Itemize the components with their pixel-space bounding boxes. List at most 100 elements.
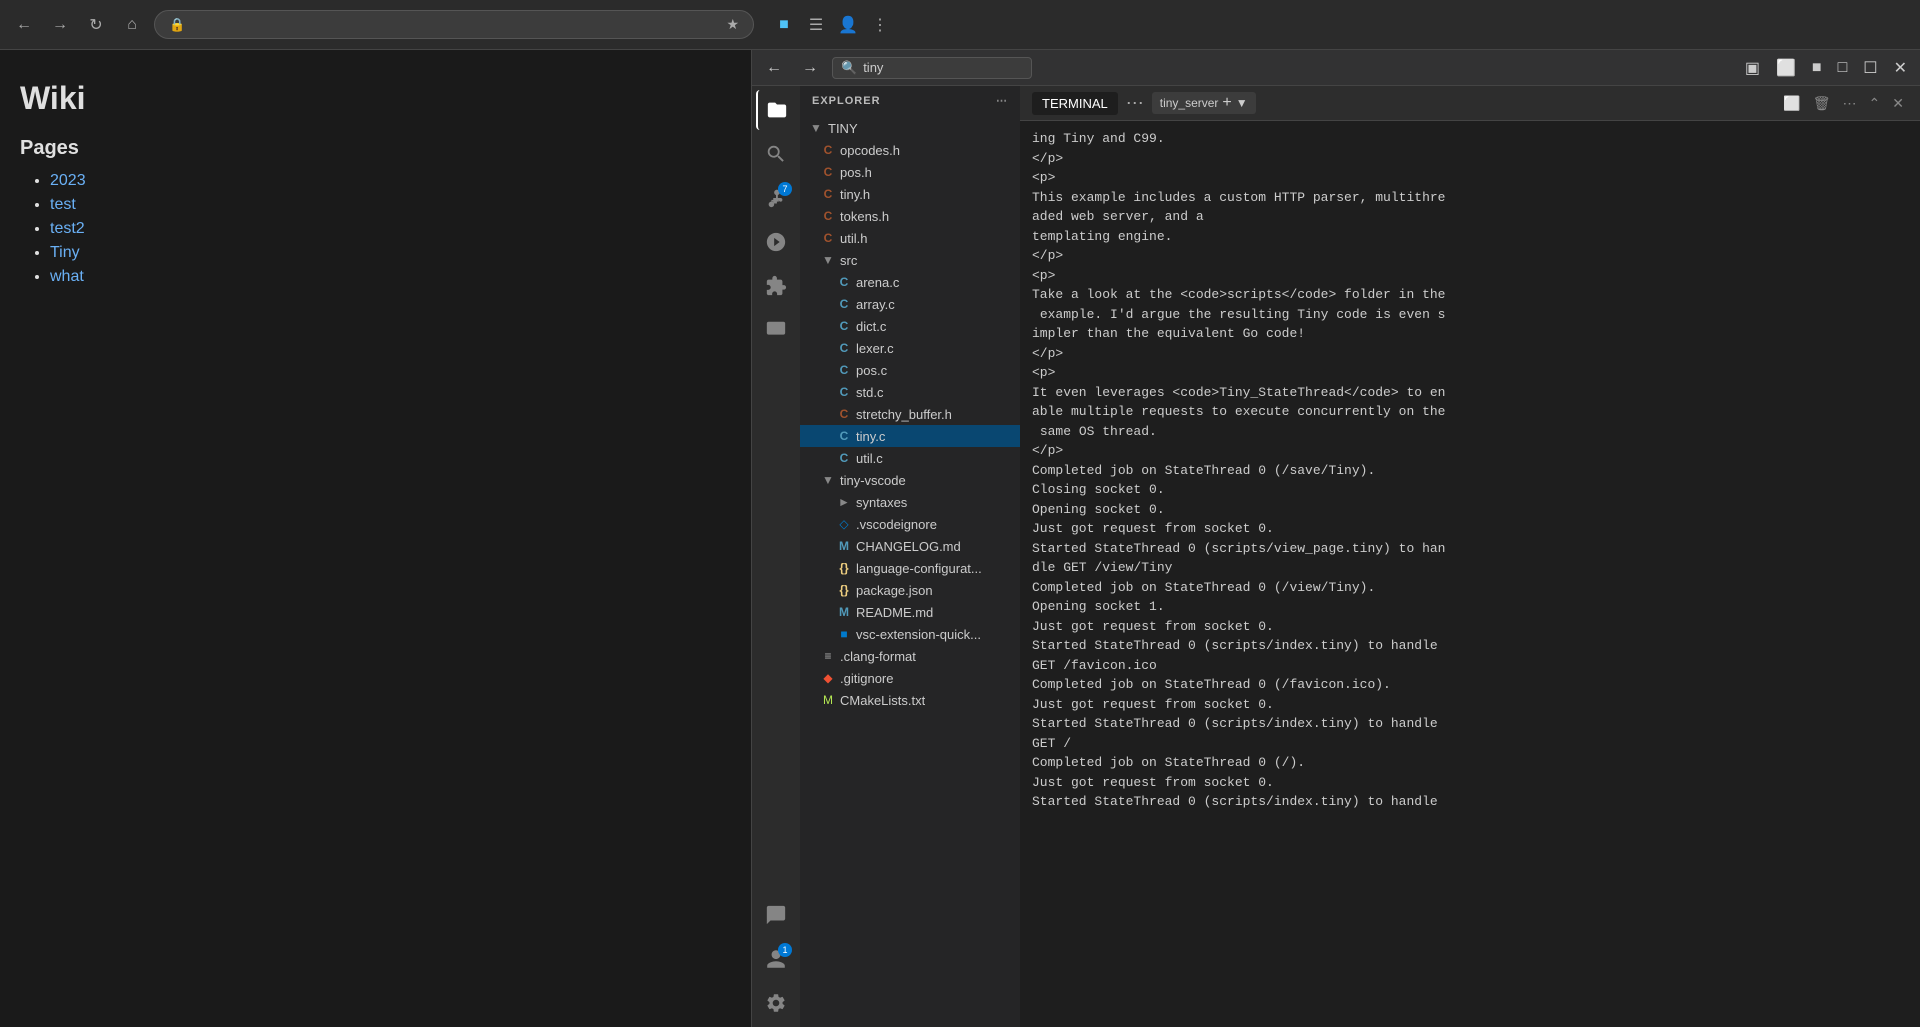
file-gitignore[interactable]: ◆ .gitignore: [800, 667, 1020, 689]
layout-button[interactable]: ▣: [1740, 56, 1765, 80]
vscode-search-input[interactable]: [863, 60, 1003, 75]
file-label: README.md: [856, 605, 933, 620]
file-util-h[interactable]: C util.h: [800, 227, 1020, 249]
terminal-line: Completed job on StateThread 0 (/).: [1032, 753, 1908, 773]
h-file-icon: C: [836, 406, 852, 422]
explorer-icon[interactable]: [756, 90, 796, 130]
file-pos-h[interactable]: C pos.h: [800, 161, 1020, 183]
file-readme-md[interactable]: M README.md: [800, 601, 1020, 623]
file-label: stretchy_buffer.h: [856, 407, 952, 422]
terminal-line: dle GET /view/Tiny: [1032, 558, 1908, 578]
link-test[interactable]: test: [50, 196, 76, 213]
terminal-tab[interactable]: TERMINAL: [1032, 92, 1118, 115]
view-button[interactable]: □: [1833, 57, 1853, 79]
file-tiny-h[interactable]: C tiny.h: [800, 183, 1020, 205]
folder-src[interactable]: ▼ src: [800, 249, 1020, 271]
file-std-c[interactable]: C std.c: [800, 381, 1020, 403]
refresh-button[interactable]: ↻: [82, 11, 110, 39]
h-file-icon: C: [820, 142, 836, 158]
terminal-line: Completed job on StateThread 0 (/favicon…: [1032, 675, 1908, 695]
terminal-maximize-button[interactable]: ⌃: [1865, 93, 1885, 114]
source-control-icon[interactable]: 7: [756, 178, 796, 218]
vscode-back-button[interactable]: ←: [760, 57, 788, 79]
file-opcodes-h[interactable]: C opcodes.h: [800, 139, 1020, 161]
chat-icon[interactable]: [756, 895, 796, 935]
extensions-activity-icon[interactable]: [756, 266, 796, 306]
json-file-icon: {}: [836, 560, 852, 576]
pages-heading: Pages: [20, 137, 731, 160]
profile-button[interactable]: 👤: [834, 11, 862, 39]
terminal-line: aded web server, and a: [1032, 207, 1908, 227]
split-button[interactable]: ⬜: [1771, 56, 1801, 80]
file-array-c[interactable]: C array.c: [800, 293, 1020, 315]
vscode-forward-button[interactable]: →: [796, 57, 824, 79]
link-what[interactable]: what: [50, 268, 84, 285]
explorer-label: EXPLORER: [812, 95, 881, 107]
file-arena-c[interactable]: C arena.c: [800, 271, 1020, 293]
link-test2[interactable]: test2: [50, 220, 85, 237]
folder-tiny-vscode[interactable]: ▼ tiny-vscode: [800, 469, 1020, 491]
file-package-json[interactable]: {} package.json: [800, 579, 1020, 601]
maximize-button[interactable]: ☐: [1858, 56, 1882, 80]
file-label: pos.h: [840, 165, 872, 180]
terminal-close-button[interactable]: ✕: [1888, 93, 1908, 114]
back-button[interactable]: ←: [10, 11, 38, 39]
run-debug-icon[interactable]: [756, 222, 796, 262]
file-cmakelists[interactable]: M CMakeLists.txt: [800, 689, 1020, 711]
browser-actions: ■ ☰ 👤 ⋮: [770, 11, 894, 39]
bookmark-button[interactable]: ☰: [802, 11, 830, 39]
search-activity-icon[interactable]: [756, 134, 796, 174]
close-vscode-button[interactable]: ✕: [1889, 56, 1912, 80]
link-tiny[interactable]: Tiny: [50, 244, 80, 261]
c-file-icon: C: [836, 428, 852, 444]
file-lexer-c[interactable]: C lexer.c: [800, 337, 1020, 359]
clang-file-icon: ≡: [820, 648, 836, 664]
file-clang-format[interactable]: ≡ .clang-format: [800, 645, 1020, 667]
terminal-dots[interactable]: ⋯: [1839, 93, 1861, 114]
home-button[interactable]: ⌂: [118, 11, 146, 39]
file-language-config[interactable]: {} language-configurat...: [800, 557, 1020, 579]
add-terminal-icon[interactable]: +: [1222, 94, 1231, 112]
file-tokens-h[interactable]: C tokens.h: [800, 205, 1020, 227]
file-changelog-md[interactable]: M CHANGELOG.md: [800, 535, 1020, 557]
h-file-icon: C: [820, 164, 836, 180]
terminal-line: able multiple requests to execute concur…: [1032, 402, 1908, 422]
search-icon: 🔍: [841, 60, 857, 76]
link-2023[interactable]: 2023: [50, 172, 86, 189]
file-pos-c[interactable]: C pos.c: [800, 359, 1020, 381]
menu-button[interactable]: ⋮: [866, 11, 894, 39]
remote-icon[interactable]: [756, 310, 796, 350]
folder-src-label: src: [840, 253, 857, 268]
explorer-menu[interactable]: ⋯: [996, 94, 1008, 107]
split-terminal-button[interactable]: ⬜: [1779, 93, 1804, 114]
file-vsc-extension[interactable]: ■ vsc-extension-quick...: [800, 623, 1020, 645]
json-file-icon: {}: [836, 582, 852, 598]
terminal-line: Take a look at the <code>scripts</code> …: [1032, 285, 1908, 305]
grid-button[interactable]: ■: [1807, 57, 1827, 79]
terminal-line: Started StateThread 0 (scripts/index.tin…: [1032, 714, 1908, 734]
forward-button[interactable]: →: [46, 11, 74, 39]
terminal-body[interactable]: ing Tiny and C99. </p> <p> This example …: [1020, 121, 1920, 1027]
file-tiny-c[interactable]: C tiny.c: [800, 425, 1020, 447]
file-label: util.c: [856, 451, 883, 466]
cmake-file-icon: M: [820, 692, 836, 708]
url-input[interactable]: localhost:8080: [193, 17, 718, 33]
settings-icon[interactable]: [756, 983, 796, 1023]
file-dict-c[interactable]: C dict.c: [800, 315, 1020, 337]
terminal-line: </p>: [1032, 344, 1908, 364]
h-file-icon: C: [820, 230, 836, 246]
file-label: CMakeLists.txt: [840, 693, 925, 708]
star-icon[interactable]: ★: [726, 16, 739, 33]
terminal-menu-dots[interactable]: ⋯: [1126, 93, 1144, 114]
file-util-c[interactable]: C util.c: [800, 447, 1020, 469]
file-stretchy-buffer-h[interactable]: C stretchy_buffer.h: [800, 403, 1020, 425]
chevron-down-icon[interactable]: ▼: [1236, 96, 1248, 110]
extensions-button[interactable]: ■: [770, 11, 798, 39]
browser-page: Wiki Pages 2023 test test2 Tiny what: [0, 50, 752, 1027]
folder-syntaxes[interactable]: ► syntaxes: [800, 491, 1020, 513]
account-icon[interactable]: 1: [756, 939, 796, 979]
delete-terminal-button[interactable]: 🗑: [1809, 93, 1835, 114]
file-vscodeignore[interactable]: ◇ .vscodeignore: [800, 513, 1020, 535]
folder-tiny[interactable]: ▼ TINY: [800, 117, 1020, 139]
terminal-line: templating engine.: [1032, 227, 1908, 247]
